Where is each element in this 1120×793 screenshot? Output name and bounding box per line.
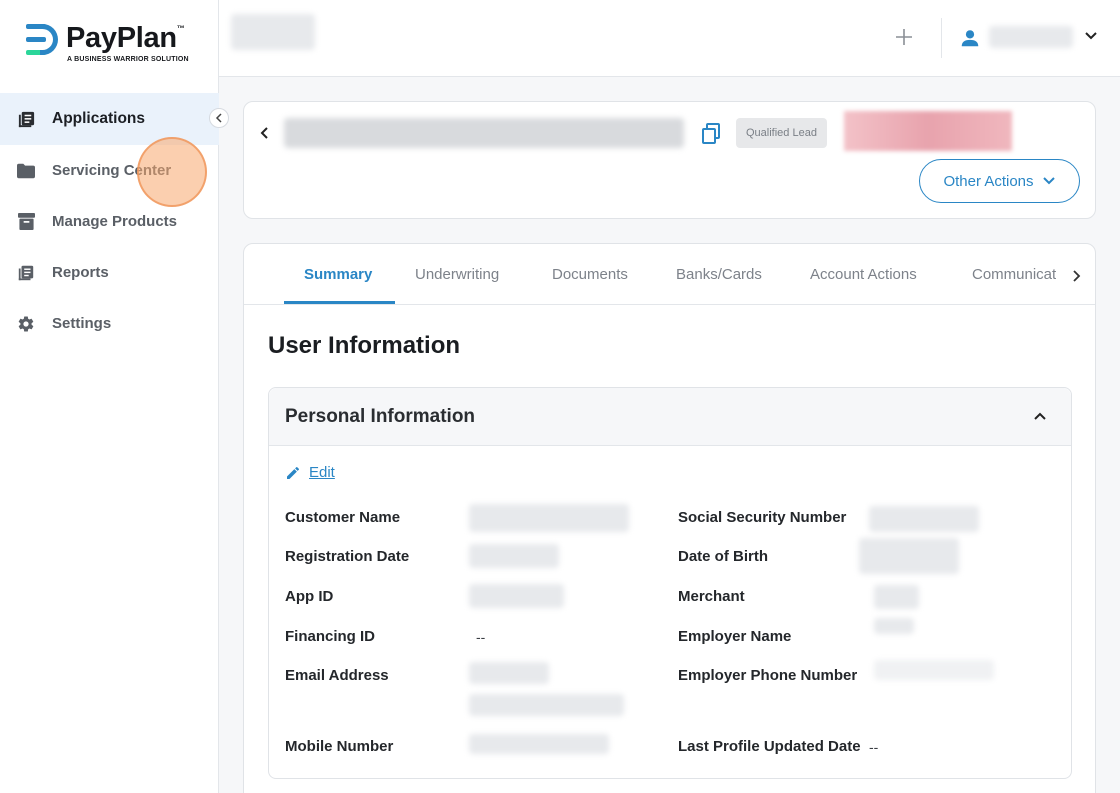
sidebar-item-settings[interactable]: Settings bbox=[0, 298, 219, 349]
top-bar bbox=[219, 0, 1120, 77]
chevron-down-icon bbox=[1042, 177, 1055, 185]
user-icon[interactable] bbox=[959, 27, 981, 49]
payplan-logo[interactable]: PayPlan™ A BUSINESS WARRIOR SOLUTION bbox=[26, 22, 206, 66]
brand-name: PayPlan™ bbox=[66, 22, 185, 54]
redacted-customer-name-value bbox=[469, 504, 629, 532]
sidebar-collapse-button[interactable] bbox=[209, 108, 229, 128]
field-label-date-of-birth: Date of Birth bbox=[678, 548, 768, 565]
field-label-email-address: Email Address bbox=[285, 667, 389, 684]
edit-label: Edit bbox=[309, 464, 335, 481]
back-chevron-icon[interactable] bbox=[258, 124, 272, 142]
redacted-employer-phone-value bbox=[874, 660, 994, 680]
field-label-financing-id: Financing ID bbox=[285, 628, 375, 645]
folder-icon bbox=[16, 161, 36, 181]
other-actions-label: Other Actions bbox=[943, 172, 1034, 190]
redacted-date-of-birth-value bbox=[859, 538, 959, 574]
redacted-user-name bbox=[989, 26, 1073, 48]
field-label-app-id: App ID bbox=[285, 588, 334, 605]
plus-icon bbox=[896, 29, 912, 45]
redacted-application-name bbox=[284, 118, 684, 148]
other-actions-button[interactable]: Other Actions bbox=[919, 159, 1080, 203]
payplan-logo-mark-icon bbox=[26, 24, 60, 62]
redacted-mobile-number-value bbox=[469, 734, 609, 754]
edit-link[interactable]: Edit bbox=[285, 464, 335, 481]
redacted-email-value-line2 bbox=[469, 694, 624, 716]
redacted-app-id-value bbox=[469, 584, 564, 608]
sidebar-item-label: Manage Products bbox=[52, 213, 178, 230]
redacted-ssn-value bbox=[869, 506, 979, 532]
tab-scroll-right-chevron-icon[interactable] bbox=[1070, 268, 1082, 284]
tab-banks-cards[interactable]: Banks/Cards bbox=[676, 266, 762, 283]
field-label-registration-date: Registration Date bbox=[285, 548, 410, 565]
sidebar-item-reports[interactable]: Reports bbox=[0, 247, 219, 298]
sidebar-item-label: Settings bbox=[52, 315, 112, 332]
sidebar-item-servicing-center[interactable]: Servicing Center bbox=[0, 145, 219, 196]
panel-title: Personal Information bbox=[285, 406, 476, 427]
applications-icon bbox=[16, 109, 36, 129]
field-value-financing-id: -- bbox=[476, 629, 486, 645]
tab-bar: Summary Underwriting Documents Banks/Car… bbox=[244, 244, 1095, 305]
panel-header[interactable]: Personal Information bbox=[269, 388, 1071, 446]
field-label-customer-name: Customer Name bbox=[285, 509, 401, 526]
reports-icon bbox=[16, 263, 36, 283]
chevron-up-icon[interactable] bbox=[1032, 408, 1048, 424]
status-badge: Qualified Lead bbox=[736, 118, 827, 148]
sidebar-item-label: Applications bbox=[52, 110, 146, 127]
field-label-ssn: Social Security Number bbox=[678, 509, 847, 526]
gear-icon bbox=[16, 314, 36, 334]
field-label-last-profile-updated: Last Profile Updated Date bbox=[678, 738, 861, 755]
sidebar-item-applications[interactable]: Applications bbox=[0, 93, 219, 145]
redacted-merchant-value bbox=[874, 585, 919, 609]
field-value-last-profile-updated: -- bbox=[869, 739, 879, 755]
add-button[interactable] bbox=[889, 22, 919, 52]
personal-information-panel: Personal Information Edit Customer Name … bbox=[268, 387, 1072, 779]
field-label-employer-phone: Employer Phone Number bbox=[678, 667, 858, 684]
tab-underwriting[interactable]: Underwriting bbox=[415, 266, 499, 283]
section-title: User Information bbox=[268, 332, 461, 359]
divider bbox=[941, 18, 942, 58]
tab-summary[interactable]: Summary bbox=[304, 266, 372, 283]
sidebar-nav: Applications Servicing Center Manage Pro… bbox=[0, 93, 219, 349]
sidebar: PayPlan™ A BUSINESS WARRIOR SOLUTION App… bbox=[0, 0, 219, 793]
sidebar-item-label: Servicing Center bbox=[52, 162, 172, 179]
archive-icon bbox=[16, 212, 36, 232]
main-content-card: Summary Underwriting Documents Banks/Car… bbox=[243, 243, 1096, 793]
sidebar-item-manage-products[interactable]: Manage Products bbox=[0, 196, 219, 247]
user-menu-chevron-down-icon[interactable] bbox=[1083, 28, 1099, 44]
field-label-employer-name: Employer Name bbox=[678, 628, 792, 645]
tab-documents[interactable]: Documents bbox=[552, 266, 628, 283]
redacted-employer-name-value bbox=[874, 618, 914, 634]
tab-account-actions[interactable]: Account Actions bbox=[810, 266, 917, 283]
redacted-registration-date-value bbox=[469, 544, 559, 568]
redacted-page-label bbox=[231, 14, 315, 50]
pencil-icon bbox=[287, 466, 300, 479]
field-label-merchant: Merchant bbox=[678, 588, 745, 605]
application-header-card: Qualified Lead Other Actions bbox=[243, 101, 1096, 219]
tab-communications[interactable]: Communications bbox=[972, 266, 1056, 283]
active-tab-indicator bbox=[284, 301, 395, 304]
sidebar-item-label: Reports bbox=[52, 264, 109, 281]
field-label-mobile-number: Mobile Number bbox=[285, 738, 394, 755]
copy-icon[interactable] bbox=[701, 123, 721, 145]
brand-tagline: A BUSINESS WARRIOR SOLUTION bbox=[67, 56, 189, 63]
redacted-status-info bbox=[844, 111, 1012, 151]
chevron-left-icon bbox=[215, 113, 222, 123]
redacted-email-value bbox=[469, 662, 549, 684]
